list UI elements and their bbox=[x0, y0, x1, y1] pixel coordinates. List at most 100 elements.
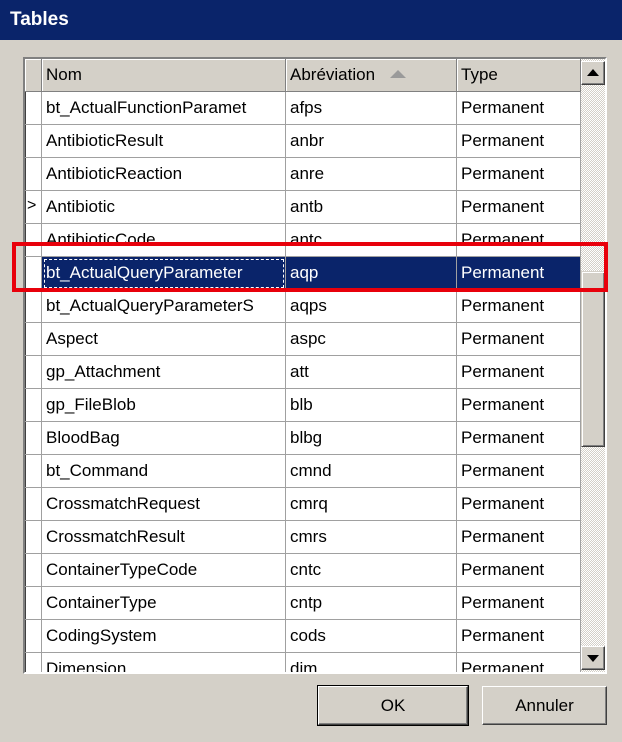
cell-type[interactable]: Permanent bbox=[457, 92, 581, 125]
row-selector[interactable] bbox=[25, 455, 42, 488]
cell-abreviation[interactable]: blb bbox=[286, 389, 457, 422]
table-row[interactable]: > Antibiotic antb Permanent bbox=[25, 191, 581, 224]
cell-nom[interactable]: gp_Attachment bbox=[42, 356, 286, 389]
cell-abreviation[interactable]: antb bbox=[286, 191, 457, 224]
cell-type[interactable]: Permanent bbox=[457, 488, 581, 521]
cell-nom[interactable]: Aspect bbox=[42, 323, 286, 356]
scroll-down-button[interactable] bbox=[581, 646, 605, 670]
table-row[interactable]: CodingSystem cods Permanent bbox=[25, 620, 581, 653]
cell-nom[interactable]: Dimension bbox=[42, 653, 286, 672]
table-row[interactable]: CrossmatchRequest cmrq Permanent bbox=[25, 488, 581, 521]
cell-abreviation[interactable]: aqps bbox=[286, 290, 457, 323]
cell-type[interactable]: Permanent bbox=[457, 455, 581, 488]
cell-abreviation[interactable]: att bbox=[286, 356, 457, 389]
cell-abreviation[interactable]: cods bbox=[286, 620, 457, 653]
cell-nom[interactable]: BloodBag bbox=[42, 422, 286, 455]
cell-type[interactable]: Permanent bbox=[457, 224, 581, 257]
cell-abreviation[interactable]: cmrs bbox=[286, 521, 457, 554]
table-row[interactable]: ContainerType cntp Permanent bbox=[25, 587, 581, 620]
cell-nom[interactable]: AntibioticReaction bbox=[42, 158, 286, 191]
row-selector[interactable] bbox=[25, 422, 42, 455]
cell-type[interactable]: Permanent bbox=[457, 356, 581, 389]
row-selector[interactable] bbox=[25, 653, 42, 672]
cell-nom[interactable]: Antibiotic bbox=[42, 191, 286, 224]
cell-nom[interactable]: AntibioticCode bbox=[42, 224, 286, 257]
cell-nom[interactable]: AntibioticResult bbox=[42, 125, 286, 158]
cell-nom[interactable]: CrossmatchRequest bbox=[42, 488, 286, 521]
cell-abreviation[interactable]: afps bbox=[286, 92, 457, 125]
column-header-nom[interactable]: Nom bbox=[42, 59, 286, 92]
cell-type[interactable]: Permanent bbox=[457, 290, 581, 323]
row-selector[interactable] bbox=[25, 257, 42, 290]
cell-type[interactable]: Permanent bbox=[457, 257, 581, 290]
row-selector[interactable] bbox=[25, 224, 42, 257]
scroll-up-button[interactable] bbox=[581, 61, 605, 85]
cell-type[interactable]: Permanent bbox=[457, 323, 581, 356]
cell-type[interactable]: Permanent bbox=[457, 521, 581, 554]
row-selector[interactable] bbox=[25, 488, 42, 521]
tables-grid[interactable]: Nom Abréviation Type bt_ActualFunctionPa… bbox=[23, 57, 607, 674]
table-row[interactable]: BloodBag blbg Permanent bbox=[25, 422, 581, 455]
cell-abreviation[interactable]: cmnd bbox=[286, 455, 457, 488]
table-row[interactable]: AntibioticReaction anre Permanent bbox=[25, 158, 581, 191]
table-row[interactable]: Dimension dim Permanent bbox=[25, 653, 581, 672]
row-selector[interactable]: > bbox=[25, 191, 42, 224]
cell-abreviation[interactable]: aqp bbox=[286, 257, 457, 290]
cell-abreviation[interactable]: cntc bbox=[286, 554, 457, 587]
row-selector[interactable] bbox=[25, 389, 42, 422]
cell-nom[interactable]: bt_Command bbox=[42, 455, 286, 488]
row-selector[interactable] bbox=[25, 323, 42, 356]
cell-nom[interactable]: bt_ActualQueryParameter bbox=[42, 257, 286, 290]
column-header-type[interactable]: Type bbox=[457, 59, 581, 92]
cell-nom[interactable]: gp_FileBlob bbox=[42, 389, 286, 422]
row-header-corner[interactable] bbox=[25, 59, 42, 92]
cell-type[interactable]: Permanent bbox=[457, 587, 581, 620]
row-selector[interactable] bbox=[25, 158, 42, 191]
cell-nom[interactable]: bt_ActualQueryParameterS bbox=[42, 290, 286, 323]
cell-abreviation[interactable]: antc bbox=[286, 224, 457, 257]
table-row[interactable]: gp_Attachment att Permanent bbox=[25, 356, 581, 389]
row-selector[interactable] bbox=[25, 92, 42, 125]
cell-type[interactable]: Permanent bbox=[457, 158, 581, 191]
table-row[interactable]: bt_ActualFunctionParamet afps Permanent bbox=[25, 92, 581, 125]
cell-abreviation[interactable]: cmrq bbox=[286, 488, 457, 521]
cell-nom[interactable]: bt_ActualFunctionParamet bbox=[42, 92, 286, 125]
ok-button[interactable]: OK bbox=[317, 685, 469, 726]
cell-nom[interactable]: CrossmatchResult bbox=[42, 521, 286, 554]
vertical-scrollbar[interactable] bbox=[581, 59, 605, 672]
cell-abreviation[interactable]: anbr bbox=[286, 125, 457, 158]
cell-type[interactable]: Permanent bbox=[457, 620, 581, 653]
table-row[interactable]: AntibioticCode antc Permanent bbox=[25, 224, 581, 257]
row-selector[interactable] bbox=[25, 356, 42, 389]
row-selector[interactable] bbox=[25, 521, 42, 554]
cell-nom[interactable]: CodingSystem bbox=[42, 620, 286, 653]
table-row[interactable]: CrossmatchResult cmrs Permanent bbox=[25, 521, 581, 554]
cell-type[interactable]: Permanent bbox=[457, 125, 581, 158]
table-row[interactable]: Aspect aspc Permanent bbox=[25, 323, 581, 356]
cell-type[interactable]: Permanent bbox=[457, 653, 581, 672]
cell-nom[interactable]: ContainerTypeCode bbox=[42, 554, 286, 587]
row-selector[interactable] bbox=[25, 125, 42, 158]
table-row[interactable]: bt_Command cmnd Permanent bbox=[25, 455, 581, 488]
cell-type[interactable]: Permanent bbox=[457, 389, 581, 422]
table-row[interactable]: gp_FileBlob blb Permanent bbox=[25, 389, 581, 422]
row-selector[interactable] bbox=[25, 554, 42, 587]
cell-abreviation[interactable]: anre bbox=[286, 158, 457, 191]
cell-abreviation[interactable]: cntp bbox=[286, 587, 457, 620]
cancel-button[interactable]: Annuler bbox=[482, 686, 607, 725]
table-row[interactable]: AntibioticResult anbr Permanent bbox=[25, 125, 581, 158]
table-row-selected[interactable]: bt_ActualQueryParameter aqp Permanent bbox=[25, 257, 581, 290]
scroll-thumb[interactable] bbox=[581, 271, 605, 447]
cell-nom[interactable]: ContainerType bbox=[42, 587, 286, 620]
row-selector[interactable] bbox=[25, 290, 42, 323]
cell-abreviation[interactable]: dim bbox=[286, 653, 457, 672]
cell-abreviation[interactable]: blbg bbox=[286, 422, 457, 455]
cell-type[interactable]: Permanent bbox=[457, 554, 581, 587]
cell-type[interactable]: Permanent bbox=[457, 191, 581, 224]
cell-type[interactable]: Permanent bbox=[457, 422, 581, 455]
table-row[interactable]: ContainerTypeCode cntc Permanent bbox=[25, 554, 581, 587]
row-selector[interactable] bbox=[25, 587, 42, 620]
column-header-abreviation[interactable]: Abréviation bbox=[286, 59, 457, 92]
table-row[interactable]: bt_ActualQueryParameterS aqps Permanent bbox=[25, 290, 581, 323]
row-selector[interactable] bbox=[25, 620, 42, 653]
